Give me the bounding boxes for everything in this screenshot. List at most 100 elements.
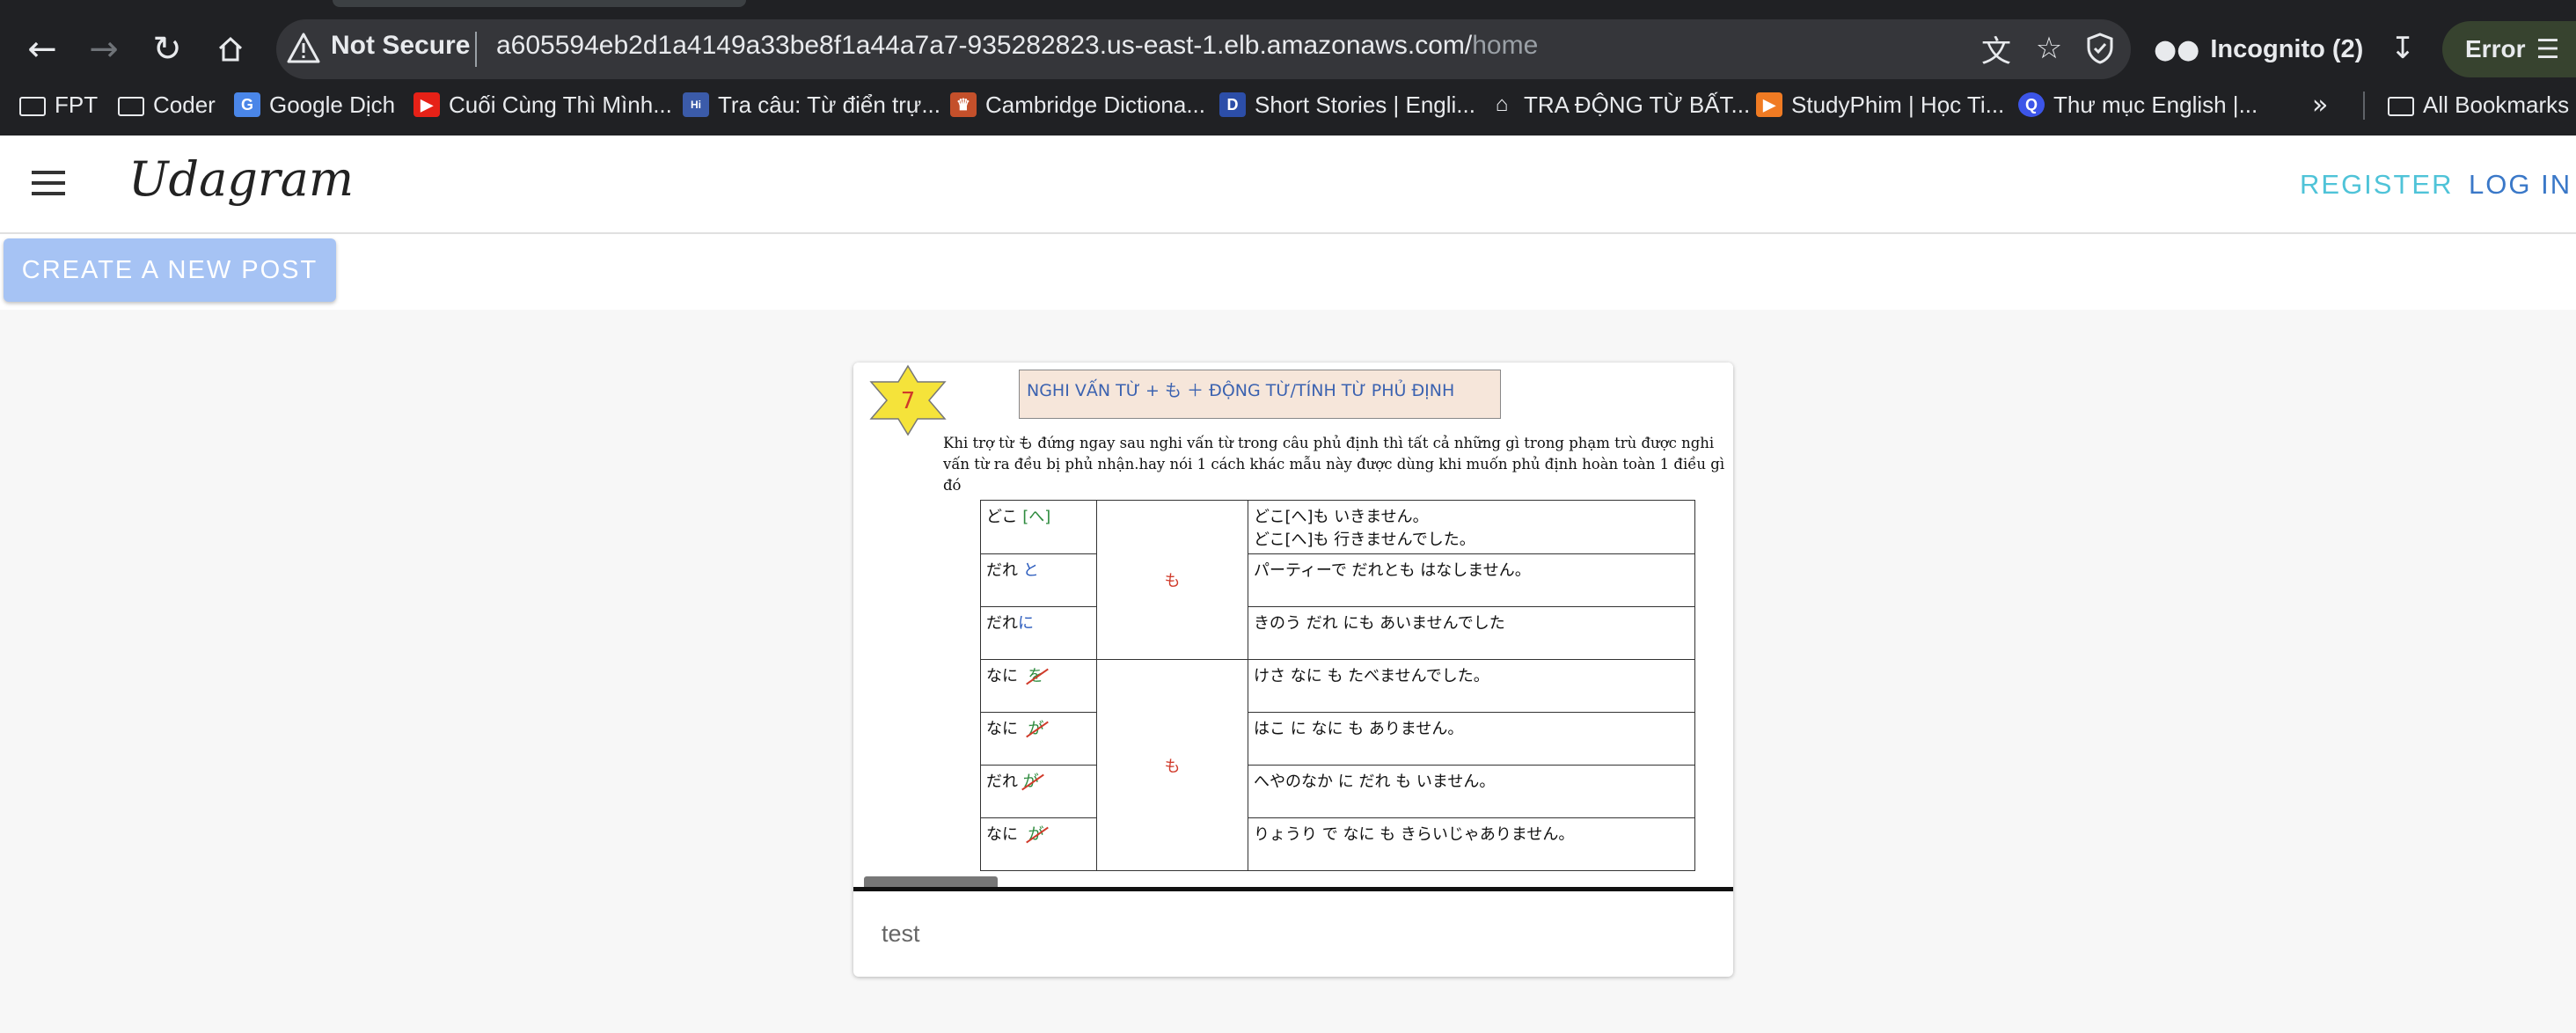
menu-icon: ☰: [2536, 33, 2560, 65]
badge-number: 7: [901, 388, 916, 414]
warning-icon[interactable]: [285, 30, 322, 67]
app-header: Udagram REGISTER LOG IN: [0, 136, 2576, 234]
post-caption: test: [882, 920, 920, 947]
folder-icon: [118, 97, 144, 116]
home-icon[interactable]: [201, 19, 260, 79]
url-host: a605594eb2d1a4149a33be8f1a44a7a7-9352828…: [496, 31, 1473, 60]
browser-toolbar: ← → ↻ Not Secure a605594eb2d1a4149a33be8…: [0, 0, 2576, 99]
omnibox-divider: [475, 32, 477, 67]
google-translate-icon: G: [234, 92, 260, 117]
particle: に: [1018, 614, 1034, 633]
browser-chrome: ← → ↻ Not Secure a605594eb2d1a4149a33be8…: [0, 0, 2576, 136]
more-bookmarks-icon[interactable]: »: [2312, 86, 2328, 123]
particle: と: [1022, 561, 1039, 580]
youtube-icon: ▶: [413, 92, 440, 117]
table-row: なに を も けさ なに も たべませんでした。: [980, 659, 1695, 871]
star-icon[interactable]: ☆: [2029, 28, 2069, 69]
hamburger-menu-icon[interactable]: [32, 171, 65, 195]
question-word: どこ: [986, 508, 1018, 526]
bookmark-label: Thư mục English |...: [2053, 91, 2258, 118]
bookmark-item[interactable]: D Short Stories | Engli...: [1219, 86, 1475, 123]
example-sentence: きのう だれ にも あいませんでした: [1248, 606, 1695, 660]
number-badge-star: 7: [869, 364, 947, 436]
bookmark-label: Tra câu: Từ điển trự...: [718, 91, 941, 118]
question-word: なに: [986, 667, 1018, 685]
example-sentence: どこ[へ]も いきません。: [1254, 508, 1429, 526]
incognito-indicator[interactable]: ●● Incognito (2): [2154, 30, 2363, 69]
download-icon[interactable]: ↧: [2381, 28, 2425, 69]
cambridge-icon: ♛: [950, 92, 977, 117]
play-icon: ▶: [1756, 92, 1782, 117]
bookmark-item[interactable]: Q Thư mục English |...: [2018, 86, 2258, 123]
example-sentence: へやのなか に だれ も いません。: [1248, 765, 1695, 818]
forward-icon[interactable]: →: [74, 19, 134, 79]
lesson-paragraph: Khi trợ từ も đứng ngay sau nghi vấn từ t…: [943, 435, 1725, 494]
table-row: なに が はこ に なに も ありません。: [980, 712, 1695, 766]
bookmark-item[interactable]: Coder: [118, 86, 216, 123]
question-word: だれ: [986, 773, 1018, 791]
question-word: だれ: [986, 561, 1018, 580]
table-row: なに が りょうり で なに も きらいじゃありません。: [980, 817, 1695, 871]
table-row: だれに きのう だれ にも あいませんでした: [980, 606, 1695, 660]
url-path: home: [1472, 31, 1539, 60]
question-word: だれ: [986, 614, 1018, 633]
error-label: Error: [2465, 35, 2526, 62]
question-word: なに: [986, 825, 1018, 844]
image-bottom-border: [853, 887, 1733, 891]
table-row: だれ と パーティーで だれとも はなしません。: [980, 553, 1695, 607]
bookmark-item[interactable]: ⌂ TRA ĐỘNG TỪ BẤT...: [1489, 86, 1750, 123]
particle-mo: も: [1096, 659, 1248, 871]
grammar-table: どこ [へ] も どこ[へ]も いきません。 どこ[へ]も 行きませんでした。 だ…: [980, 500, 1695, 871]
bookmarks-bar: FPT Coder G Google Dịch ▶ Cuối Cùng Thì Mì…: [0, 86, 2576, 123]
bookmark-label: Cuối Cùng Thì Mình...: [449, 91, 672, 118]
example-sentence: はこ に なに も ありません。: [1248, 712, 1695, 766]
bookmark-label: Coder: [153, 91, 216, 118]
hello-icon: Hi: [683, 92, 709, 117]
particle: [へ]: [1022, 508, 1051, 526]
register-link[interactable]: REGISTER: [2300, 169, 2453, 201]
bookmark-item[interactable]: ▶ Cuối Cùng Thì Mình...: [413, 86, 672, 123]
question-word: なに: [986, 720, 1018, 738]
bookmark-label: StudyPhim | Học Ti...: [1791, 91, 2005, 118]
all-bookmarks-label: All Bookmarks: [2423, 91, 2570, 118]
bookmark-label: Short Stories | Engli...: [1255, 91, 1475, 118]
all-bookmarks[interactable]: All Bookmarks: [2388, 86, 2569, 123]
bookmark-label: Cambridge Dictiona...: [985, 91, 1205, 118]
bookmarks-divider: [2363, 92, 2365, 120]
post-image: 7 NGHI VẤN TỪ + も ＋ ĐỘNG TỪ/TÍNH TỪ PHỦ …: [853, 363, 1733, 891]
particle-mo: も: [1096, 500, 1248, 660]
house-icon: ⌂: [1495, 92, 1509, 116]
bookmark-label: TRA ĐỘNG TỪ BẤT...: [1524, 91, 1751, 118]
security-label[interactable]: Not Secure: [331, 31, 470, 61]
bookmark-label: FPT: [55, 91, 99, 118]
crossed-particle: を: [1028, 667, 1044, 685]
create-post-button[interactable]: CREATE A NEW POST: [4, 238, 336, 302]
translate-icon[interactable]: 文: [1976, 28, 2016, 70]
table-row: だれ が へやのなか に だれ も いません。: [980, 765, 1695, 818]
incognito-icon: ●●: [2154, 33, 2200, 65]
folder-icon: [2388, 97, 2414, 116]
lesson-heading: NGHI VẤN TỪ + も ＋ ĐỘNG TỪ/TÍNH TỪ PHỦ ĐỊ…: [1019, 370, 1501, 419]
bookmark-item[interactable]: Hi Tra câu: Từ điển trự...: [683, 86, 940, 123]
profile-error-button[interactable]: Error ☰: [2442, 21, 2576, 77]
bookmark-label: Google Dịch: [269, 91, 396, 118]
back-icon[interactable]: ←: [12, 19, 72, 79]
table-row: どこ [へ] も どこ[へ]も いきません。 どこ[へ]も 行きませんでした。: [980, 500, 1695, 660]
bookmark-item[interactable]: G Google Dịch: [234, 86, 395, 123]
d-icon: D: [1219, 92, 1246, 117]
example-sentence: りょうり で なに も きらいじゃありません。: [1248, 817, 1695, 871]
example-sentence: パーティーで だれとも はなしません。: [1248, 553, 1695, 607]
reload-icon[interactable]: ↻: [137, 19, 197, 79]
q-icon: Q: [2018, 92, 2045, 117]
bookmark-item[interactable]: ▶ StudyPhim | Học Ti...: [1756, 86, 2004, 123]
folder-icon: [19, 97, 46, 116]
shield-icon[interactable]: [2080, 28, 2120, 69]
bookmark-item[interactable]: FPT: [19, 86, 98, 123]
bookmark-item[interactable]: ♛ Cambridge Dictiona...: [950, 86, 1205, 123]
post-card: 7 NGHI VẤN TỪ + も ＋ ĐỘNG TỪ/TÍNH TỪ PHỦ …: [853, 363, 1733, 977]
crossed-particle: が: [1028, 825, 1044, 844]
crossed-particle: が: [1028, 720, 1044, 738]
brand-logo[interactable]: Udagram: [128, 151, 354, 207]
login-link[interactable]: LOG IN: [2469, 169, 2572, 201]
url-text[interactable]: a605594eb2d1a4149a33be8f1a44a7a7-9352828…: [496, 31, 1538, 61]
